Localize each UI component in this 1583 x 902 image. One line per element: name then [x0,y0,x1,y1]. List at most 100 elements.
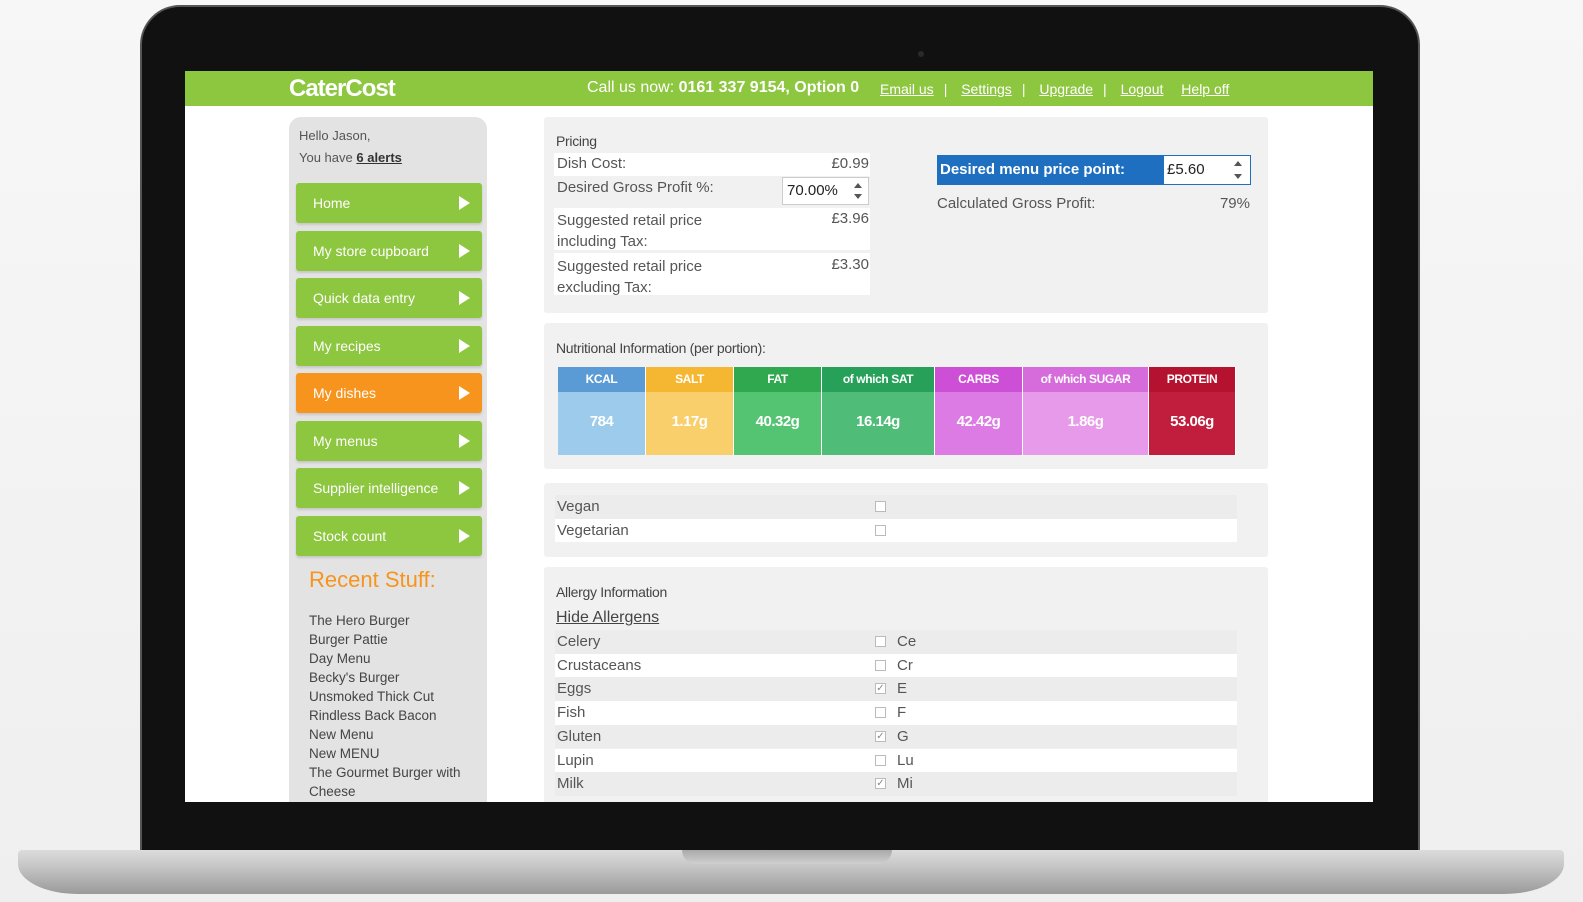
nav-item-home[interactable]: Home [296,183,482,223]
top-bar: CaterCost Call us now: 0161 337 9154, Op… [185,71,1373,106]
recent-item[interactable]: Unsmoked Thick Cut [309,687,484,706]
nav-item-label: Stock count [313,527,387,544]
nutrition-value: 40.32g [734,392,821,455]
nutrition-header: of which SAT [822,367,934,392]
settings-link[interactable]: Settings [961,81,1012,97]
spin-down-icon[interactable] [1234,174,1242,179]
checkbox[interactable]: ✓ [875,730,886,742]
checkbox[interactable] [875,707,886,719]
allergen-code: E [897,680,908,698]
logo-text: CaterCost [289,75,396,102]
upgrade-link[interactable]: Upgrade [1039,81,1093,97]
nutrition-table: KCAL 784 SALT 1.17g FAT 40.32g of which SAT 16.… [558,367,1236,455]
play-arrow-icon [459,528,470,543]
allergen-row-eggs: Eggs ✓ E [555,677,1237,701]
checkbox[interactable] [875,659,886,671]
recent-item[interactable]: Burger Pattie [309,630,484,649]
checkbox[interactable] [875,524,886,536]
nutrition-value: 53.06g [1149,392,1235,455]
allergen-code: Lu [897,751,914,769]
diet-row-vegetarian: Vegetarian [555,518,1237,543]
nav-item-my-menus[interactable]: My menus [296,420,482,461]
email-us-link[interactable]: Email us [880,81,934,97]
spin-down-icon[interactable] [854,194,862,199]
nav-item-supplier-intelligence[interactable]: Supplier intelligence [296,468,482,508]
nutrition-value: 1.17g [646,392,733,455]
hide-allergens-link[interactable]: Hide Allergens [556,609,659,627]
nutrition-header: of which SUGAR [1023,367,1148,392]
recent-item[interactable]: New Menu [309,725,484,744]
checkbox[interactable] [875,501,886,512]
sidebar: Hello Jason, You have 6 alerts Home My st… [289,117,487,802]
nav-item-quick-data-entry[interactable]: Quick data entry [296,278,482,318]
nav-item-label: My menus [313,432,378,449]
desired-price-value: £5.60 [1167,161,1205,178]
row-label: Vegan [557,498,600,515]
nutrition-value: 42.42g [935,392,1022,455]
nutrition-cell-carbs: CARBS 42.42g [935,367,1023,455]
allergen-row-milk: Milk ✓ Mi [555,772,1237,796]
app-logo[interactable]: CaterCost [289,75,396,103]
top-links: Email us | Settings | Upgrade | Logout Help… [880,81,1230,97]
row-label: Milk [557,775,584,793]
play-arrow-icon [459,291,470,305]
spin-up-icon[interactable] [1234,161,1242,166]
allergen-row-fish: Fish F [555,701,1237,725]
desired-gp-value: 70.00% [787,182,838,199]
nutrition-title: Nutritional Information (per portion): [556,340,766,356]
alerts-link[interactable]: 6 alerts [356,150,402,165]
spin-up-icon[interactable] [854,183,862,188]
desired-price-input[interactable]: £5.60 [1164,156,1250,184]
nutrition-header: FAT [734,367,821,392]
checkbox[interactable]: ✓ [875,683,886,695]
nutrition-cell-fat: FAT 40.32g [734,367,822,455]
allergen-code: Mi [897,775,913,793]
nav-item-label: My dishes [313,385,377,401]
recent-item[interactable]: Becky's Burger [309,668,484,687]
srp-inc-label: Suggested retail price including Tax: [557,212,703,250]
allergen-code: Cr [897,656,913,674]
desired-gp-label: Desired Gross Profit %: [557,179,714,196]
diet-row-vegan: Vegan [555,495,1237,519]
dish-cost-value: £0.99 [831,155,869,172]
recent-item[interactable]: Rindless Back Bacon [309,706,484,725]
play-arrow-icon [459,386,470,400]
recent-item[interactable]: The Gourmet Burger with Cheese [309,763,484,801]
nutrition-value: 16.14g [822,392,934,455]
recent-item[interactable]: The Hero Burger [309,611,484,630]
row-label: Gluten [557,727,602,745]
nav-item-label: My recipes [313,337,381,354]
allergy-title: Allergy Information [556,584,668,600]
allergen-row-lupin: Lupin Lu [555,748,1237,772]
nav-item-label: My store cupboard [313,242,429,259]
allergen-row-celery: Celery Ce [555,630,1237,654]
allergen-code: G [897,727,909,745]
help-toggle-link[interactable]: Help off [1181,81,1229,97]
nutrition-header: PROTEIN [1149,367,1235,392]
nav-item-stock-count[interactable]: Stock count [296,515,482,556]
checkbox[interactable] [875,636,886,647]
desired-gp-input[interactable]: 70.00% [782,177,869,205]
nav-item-my-store-cupboard[interactable]: My store cupboard [296,230,482,271]
row-label: Lupin [557,751,594,769]
logout-link[interactable]: Logout [1121,81,1164,97]
checkbox[interactable] [875,754,886,766]
row-label: Crustaceans [557,656,642,674]
recent-item[interactable]: Day Menu [309,649,484,668]
allergen-row-crustaceans: Crustaceans Cr [555,653,1237,678]
nutrition-value: 1.86g [1023,392,1148,455]
device-stage: CaterCost Call us now: 0161 337 9154, Op… [0,0,1583,902]
allergen-code: F [897,704,907,722]
greeting: Hello Jason, You have 6 alerts [299,125,402,169]
nutrition-cell-of-which-sugar: of which SUGAR 1.86g [1023,367,1149,455]
recent-item[interactable]: New MENU [309,744,484,763]
recent-list: The Hero Burger Burger Pattie Day Menu Beck… [309,611,484,801]
nav-item-my-dishes[interactable]: My dishes [296,373,482,413]
nutrition-cell-kcal: KCAL 784 [558,367,646,455]
nav-item-my-recipes[interactable]: My recipes [296,325,482,366]
nutrition-cell-protein: PROTEIN 53.06g [1149,367,1236,455]
row-label: Vegetarian [557,521,629,539]
desired-price-field: Desired menu price point: £5.60 [937,155,1251,185]
checkbox[interactable]: ✓ [875,778,886,790]
app-screen: CaterCost Call us now: 0161 337 9154, Op… [185,71,1373,802]
